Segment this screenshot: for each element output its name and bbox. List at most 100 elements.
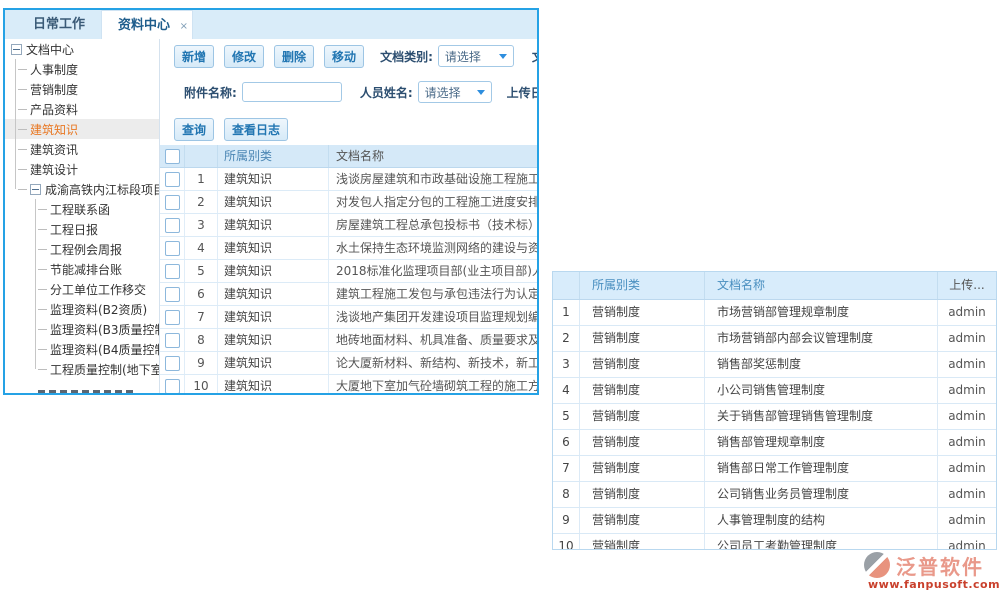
tab-daily-work[interactable]: 日常工作 <box>17 10 101 39</box>
sidebar-item[interactable]: 工程日报 <box>5 219 159 239</box>
sidebar-item[interactable]: 建筑资讯 <box>5 139 159 159</box>
table-row[interactable]: 1 营销制度 市场营销部管理规章制度 admin <box>553 300 996 326</box>
sidebar-item[interactable]: 监理资料(B3质量控制) <box>5 319 159 339</box>
action-button[interactable]: 查询 <box>174 118 214 141</box>
table-row[interactable]: 2 营销制度 市场营销部内部会议管理制度 admin <box>553 326 996 352</box>
table-row[interactable]: 10 营销制度 公司员工考勤管理制度 admin <box>553 534 996 550</box>
row-uploader: admin <box>938 456 996 481</box>
row-category: 建筑知识 <box>218 375 329 393</box>
table-row[interactable]: 10 建筑知识 大厦地下室加气砼墙砌筑工程的施工方... <box>160 375 537 393</box>
sidebar-item[interactable]: 产品资料 <box>5 99 159 119</box>
row-docname: 2018标准化监理项目部(业主项目部)人员... <box>329 260 537 282</box>
table-row[interactable]: 9 建筑知识 论大厦新材料、新结构、新技术，新工... <box>160 352 537 375</box>
sidebar-item[interactable]: 分工单位工作移交 <box>5 279 159 299</box>
row-number: 6 <box>553 430 580 455</box>
person-name-select[interactable]: 请选择 <box>418 81 492 103</box>
row-checkbox[interactable] <box>165 333 180 348</box>
table-row[interactable]: 2 建筑知识 对发包人指定分包的工程施工进度安排... <box>160 191 537 214</box>
sidebar-item-clipped[interactable] <box>38 390 134 393</box>
attachment-name-input[interactable] <box>242 82 342 102</box>
sidebar-item-label: 成渝高铁内江标段项目 <box>45 181 160 198</box>
row-uploader: admin <box>938 508 996 533</box>
row-checkbox[interactable] <box>165 264 180 279</box>
sidebar-item-label: 建筑资讯 <box>30 141 78 158</box>
row-checkbox[interactable] <box>165 172 180 187</box>
toolbar-button[interactable]: 修改 <box>224 45 264 68</box>
sidebar-item[interactable]: 人事制度 <box>5 59 159 79</box>
row-uploader: admin <box>938 534 996 550</box>
action-button[interactable]: 查看日志 <box>224 118 288 141</box>
table-row[interactable]: 7 营销制度 销售部日常工作管理制度 admin <box>553 456 996 482</box>
sidebar-item[interactable]: 工程例会周报 <box>5 239 159 259</box>
table-row[interactable]: 9 营销制度 人事管理制度的结构 admin <box>553 508 996 534</box>
doc-name-label-clipped: 文档 <box>532 48 537 65</box>
row-category: 建筑知识 <box>218 329 329 351</box>
row-category: 建筑知识 <box>218 237 329 259</box>
row-category: 营销制度 <box>580 352 705 377</box>
row-number: 9 <box>185 352 218 374</box>
row-category: 营销制度 <box>580 456 705 481</box>
table-body: 1 营销制度 市场营销部管理规章制度 admin 2 营销制度 市场营销部内部会… <box>553 300 996 550</box>
row-number: 3 <box>553 352 580 377</box>
sidebar-tree: 文档中心 人事制度 营销制度 产品资料 <box>5 39 160 393</box>
row-checkbox[interactable] <box>165 195 180 210</box>
sidebar-item[interactable]: 节能减排台账 <box>5 259 159 279</box>
sidebar-item[interactable]: 工程质量控制(地下室) <box>5 359 159 379</box>
row-number: 10 <box>553 534 580 550</box>
row-checkbox[interactable] <box>165 218 180 233</box>
table-row[interactable]: 8 建筑知识 地砖地面材料、机具准备、质量要求及... <box>160 329 537 352</box>
table-row[interactable]: 6 营销制度 销售部管理规章制度 admin <box>553 430 996 456</box>
row-docname: 公司员工考勤管理制度 <box>705 534 938 550</box>
row-checkbox[interactable] <box>165 379 180 394</box>
table-row[interactable]: 7 建筑知识 浅谈地产集团开发建设项目监理规划编... <box>160 306 537 329</box>
attachment-name-label: 附件名称: <box>184 84 237 101</box>
row-number: 2 <box>553 326 580 351</box>
sidebar-item[interactable]: 监理资料(B2资质) <box>5 299 159 319</box>
row-number: 8 <box>185 329 218 351</box>
table-row[interactable]: 6 建筑知识 建筑工程施工发包与承包违法行为认定... <box>160 283 537 306</box>
row-category: 营销制度 <box>580 326 705 351</box>
table-row[interactable]: 1 建筑知识 浅谈房屋建筑和市政基础设施工程施工... <box>160 168 537 191</box>
row-number: 1 <box>553 300 580 325</box>
toolbar-button[interactable]: 移动 <box>324 45 364 68</box>
table-row[interactable]: 8 营销制度 公司销售业务员管理制度 admin <box>553 482 996 508</box>
sidebar-item[interactable]: 营销制度 <box>5 79 159 99</box>
row-checkbox[interactable] <box>165 287 180 302</box>
table-row[interactable]: 3 营销制度 销售部奖惩制度 admin <box>553 352 996 378</box>
sidebar-item[interactable]: 文档中心 <box>5 39 159 59</box>
sidebar-item-label: 建筑设计 <box>30 161 78 178</box>
tree-expand-icon[interactable] <box>11 44 22 55</box>
row-checkbox[interactable] <box>165 241 180 256</box>
sidebar-item[interactable]: 监理资料(B4质量控制) <box>5 339 159 359</box>
row-checkbox[interactable] <box>165 310 180 325</box>
row-docname: 大厦地下室加气砼墙砌筑工程的施工方... <box>329 375 537 393</box>
table-row[interactable]: 3 建筑知识 房屋建筑工程总承包投标书（技术标）... <box>160 214 537 237</box>
sidebar-item[interactable]: 建筑设计 <box>5 159 159 179</box>
sidebar-item[interactable]: 成渝高铁内江标段项目 <box>5 179 159 199</box>
row-category: 建筑知识 <box>218 306 329 328</box>
toolbar-button[interactable]: 新增 <box>174 45 214 68</box>
table-row[interactable]: 4 建筑知识 水土保持生态环境监测网络的建设与资... <box>160 237 537 260</box>
row-number: 7 <box>553 456 580 481</box>
table-row[interactable]: 5 营销制度 关于销售部管理销售管理制度 admin <box>553 404 996 430</box>
select-all-checkbox[interactable] <box>165 149 180 164</box>
row-number: 5 <box>553 404 580 429</box>
row-category: 建筑知识 <box>218 260 329 282</box>
doc-category-select[interactable]: 请选择 <box>438 45 514 67</box>
tree-connector-line <box>15 59 16 189</box>
sidebar-item[interactable]: 建筑知识 <box>5 119 159 139</box>
row-docname: 销售部奖惩制度 <box>705 352 938 377</box>
sidebar-item[interactable]: 工程联系函 <box>5 199 159 219</box>
toolbar-button[interactable]: 删除 <box>274 45 314 68</box>
table-row[interactable]: 5 建筑知识 2018标准化监理项目部(业主项目部)人员... <box>160 260 537 283</box>
row-uploader: admin <box>938 326 996 351</box>
row-category: 营销制度 <box>580 404 705 429</box>
chevron-down-icon <box>477 90 485 95</box>
tree-expand-icon[interactable] <box>30 184 41 195</box>
row-number: 3 <box>185 214 218 236</box>
table-row[interactable]: 4 营销制度 小公司销售管理制度 admin <box>553 378 996 404</box>
row-checkbox[interactable] <box>165 356 180 371</box>
row-number: 1 <box>185 168 218 190</box>
tab-data-center[interactable]: 资料中心 × <box>101 10 193 39</box>
close-icon[interactable]: × <box>180 12 188 41</box>
